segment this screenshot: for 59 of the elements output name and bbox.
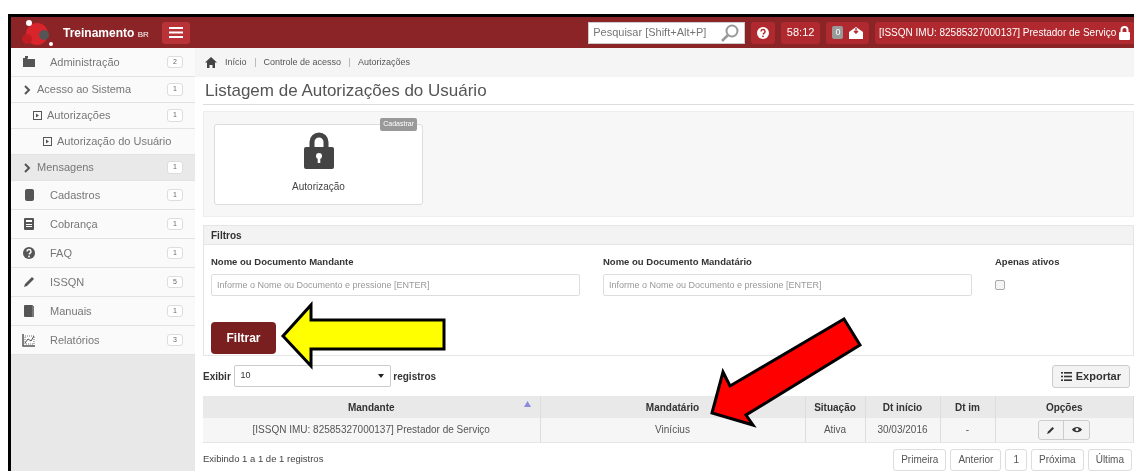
field-label: Nome ou Documento Mandante [211,255,355,269]
page-title: Listagem de Autorizações do Usuário [203,77,1134,105]
pagination-button[interactable]: Anterior [950,448,1002,471]
breadcrumb-link[interactable]: Controle de acesso [263,55,342,70]
breadcrumb-link[interactable]: Início [225,55,247,70]
pagination-button[interactable]: 1 [1005,448,1027,471]
breadcrumb-link[interactable]: Autorizações [358,55,411,70]
session-timer: 58:12 [780,21,821,44]
envelope-icon [848,26,863,39]
panel-title: Filtros [204,226,1133,245]
lock-icon [303,132,334,169]
column-header[interactable]: Dt im [940,396,995,418]
pencil-icon [1047,425,1056,434]
help-icon [756,26,769,39]
table-cell: - [940,418,995,442]
records-info: Exibindo 1 a 1 de 1 registros [203,452,324,467]
input-field[interactable]: Informe o Nome ou Documento e pressione [ENTER] [211,274,580,297]
export-button[interactable]: Exportar [1051,364,1130,388]
search-field[interactable]: Pesquisar [Shift+Alt+P] [588,21,745,44]
menu-icon [169,27,184,38]
menu-button[interactable] [162,21,191,44]
app-title: Treinamento BR [63,24,149,42]
caret-icon [377,374,384,378]
folder-icon [22,55,36,69]
column-header[interactable]: Situação [805,396,865,418]
show-label: Exibir [203,369,231,384]
page-size-select[interactable]: 10 [233,365,391,387]
input-field[interactable]: Informe o Nome ou Documento e pressione [ENTER] [603,274,972,297]
chart-icon [22,333,36,347]
tile-label: Autorização [292,180,345,194]
column-header[interactable]: Dt início [865,396,940,418]
column-header[interactable]: Opções [995,396,1134,418]
field-label: Nome ou Documento Mandatário [603,255,753,269]
list-icon [1060,371,1072,381]
column-header[interactable]: Mandante [203,396,540,418]
chevron-icon [24,84,31,95]
help-icon [22,246,36,260]
checkbox[interactable] [995,280,1005,291]
calculator-icon [22,217,36,231]
help-button[interactable] [750,21,775,44]
field-label: Apenas ativos [995,255,1060,269]
pagination-button[interactable]: Primeira [893,448,947,471]
play-square-icon [43,137,52,146]
sidebar-item[interactable]: Autorização do Usuário [11,129,195,155]
pencil-icon [22,275,36,289]
table-cell: 30/03/2016 [865,418,940,442]
chevron-icon [24,162,31,173]
play-square-icon [33,111,42,120]
message-count: 0 [832,25,844,40]
records-label: registros [393,369,437,384]
table-cell: Ativa [805,418,865,442]
pagination-button[interactable]: Próxima [1030,448,1084,471]
pagination-button[interactable]: Última [1087,448,1132,471]
lock-icon [1119,25,1130,40]
eye-icon [1071,426,1082,434]
table-cell: Vinícius [540,418,805,442]
home-icon [205,57,217,68]
filter-button[interactable]: Filtrar [211,322,276,355]
table-cell: [ISSQN IMU: 82585327000137] Prestador de Serviço [203,418,540,442]
